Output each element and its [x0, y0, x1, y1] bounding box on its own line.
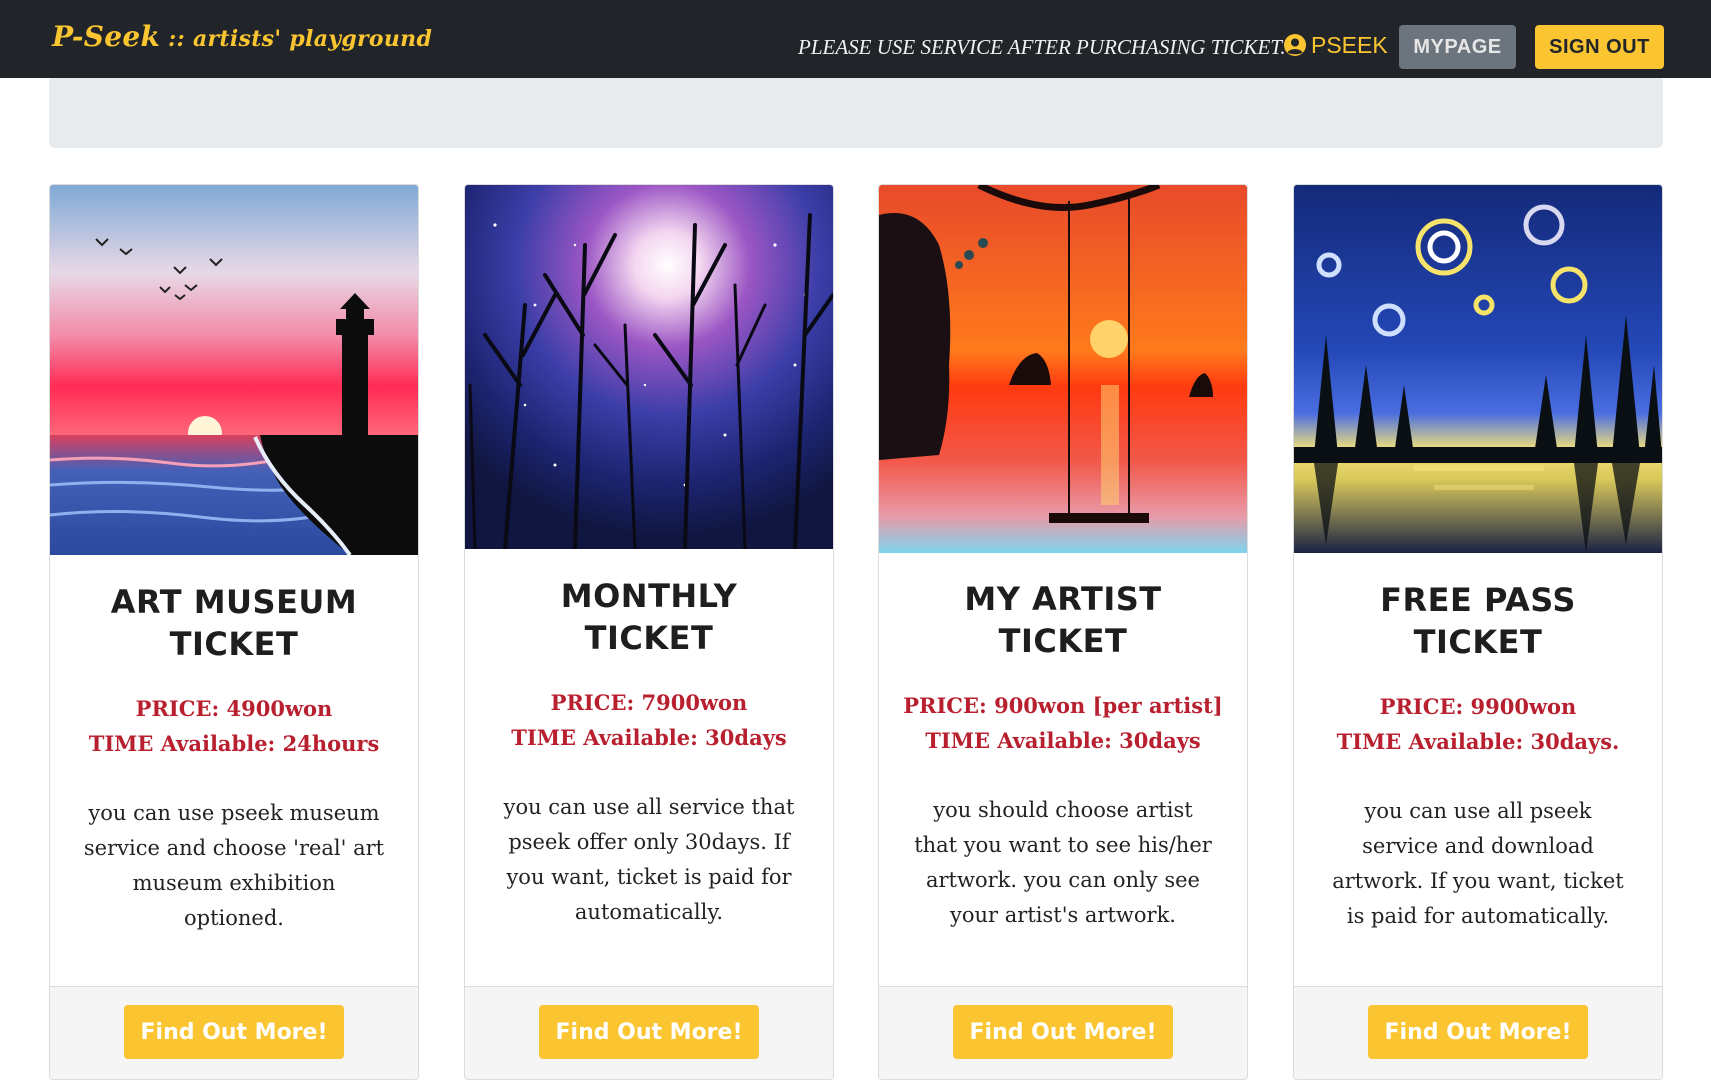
card-desc-line: is paid for automatically.	[1346, 904, 1610, 928]
user-link[interactable]: PSEEK	[1283, 30, 1388, 60]
card-pricing: PRICE: 9900won TIME Available: 30days.	[1294, 689, 1662, 759]
card-desc-line: you want, ticket is paid for	[506, 865, 792, 889]
swing-sunset-painting	[879, 185, 1247, 553]
card-title-line2: TICKET	[1413, 623, 1543, 661]
card-desc-line: museum exhibition	[132, 871, 336, 895]
lighthouse-sunset-painting	[50, 185, 418, 555]
card-title-line1: FREE PASS	[1380, 581, 1576, 619]
card-pricing: PRICE: 900won [per artist] TIME Availabl…	[879, 688, 1247, 758]
card-desc-line: artwork. If you want, ticket	[1332, 869, 1624, 893]
card-time: TIME Available: 24hours	[88, 731, 380, 756]
card-price: PRICE: 900won [per artist]	[903, 693, 1223, 718]
find-out-more-button[interactable]: Find Out More!	[124, 1005, 344, 1059]
card-desc-line: automatically.	[574, 900, 724, 924]
card-description: you can use all service that pseek offer…	[485, 790, 813, 930]
card-time: TIME Available: 30days.	[1336, 729, 1620, 754]
card-title: MONTHLY TICKET	[465, 575, 833, 659]
card-price: PRICE: 9900won	[1379, 694, 1577, 719]
card-title: FREE PASS TICKET	[1294, 579, 1662, 663]
card-footer: Find Out More!	[50, 986, 418, 1079]
ticket-card-my-artist: MY ARTIST TICKET PRICE: 900won [per arti…	[878, 184, 1248, 1080]
card-title-line1: MY ARTIST	[964, 580, 1162, 618]
card-desc-line: you can use all service that	[503, 795, 795, 819]
card-title-line2: TICKET	[998, 622, 1128, 660]
card-footer: Find Out More!	[1294, 986, 1662, 1079]
card-desc-line: your artist's artwork.	[950, 903, 1176, 927]
ticket-card-art-museum: ART MUSEUM TICKET PRICE: 4900won TIME Av…	[49, 184, 419, 1080]
find-out-more-button[interactable]: Find Out More!	[1368, 1005, 1588, 1059]
card-footer: Find Out More!	[879, 986, 1247, 1079]
card-title-line2: TICKET	[169, 625, 299, 663]
card-title: MY ARTIST TICKET	[879, 578, 1247, 662]
card-footer: Find Out More!	[465, 986, 833, 1079]
card-description: you can use pseek museum service and cho…	[70, 796, 398, 936]
purchase-notice: PLEASE USE SERVICE AFTER PURCHASING TICK…	[798, 35, 1286, 59]
card-desc-line: service and download	[1362, 834, 1594, 858]
username-label: PSEEK	[1311, 31, 1388, 58]
mypage-button[interactable]: MYPAGE	[1399, 25, 1516, 69]
card-desc-line: artwork. you can only see	[926, 868, 1200, 892]
find-out-more-button[interactable]: Find Out More!	[953, 1005, 1173, 1059]
card-desc-line: optioned.	[184, 906, 284, 930]
brand-logo[interactable]: P-Seek :: artists' playground	[52, 20, 432, 53]
brand-main: P-Seek	[52, 20, 161, 53]
card-title-line2: TICKET	[584, 619, 714, 657]
ticket-card-monthly: MONTHLY TICKET PRICE: 7900won TIME Avail…	[464, 184, 834, 1080]
card-pricing: PRICE: 7900won TIME Available: 30days	[465, 685, 833, 755]
card-price: PRICE: 7900won	[550, 690, 748, 715]
card-time: TIME Available: 30days	[511, 725, 787, 750]
hero-banner	[49, 78, 1663, 148]
card-pricing: PRICE: 4900won TIME Available: 24hours	[50, 691, 418, 761]
moonlit-forest-painting	[465, 185, 833, 549]
find-out-more-button[interactable]: Find Out More!	[539, 1005, 759, 1059]
card-description: you should choose artist that you want t…	[899, 793, 1227, 933]
card-price: PRICE: 4900won	[135, 696, 333, 721]
card-title-line1: ART MUSEUM	[110, 583, 358, 621]
card-title-line1: MONTHLY	[560, 577, 738, 615]
signout-button[interactable]: SIGN OUT	[1535, 25, 1664, 69]
card-desc-line: you can use all pseek	[1364, 799, 1592, 823]
card-description: you can use all pseek service and downlo…	[1314, 794, 1642, 934]
top-navbar: P-Seek :: artists' playground PLEASE USE…	[0, 0, 1711, 78]
card-desc-line: pseek offer only 30days. If	[508, 830, 790, 854]
card-desc-line: that you want to see his/her	[914, 833, 1212, 857]
card-desc-line: service and choose 'real' art	[83, 836, 385, 860]
card-title: ART MUSEUM TICKET	[50, 581, 418, 665]
card-desc-line: you should choose artist	[933, 798, 1193, 822]
ticket-card-free-pass: FREE PASS TICKET PRICE: 9900won TIME Ava…	[1293, 184, 1663, 1080]
card-time: TIME Available: 30days	[925, 728, 1201, 753]
card-desc-line: you can use pseek museum	[88, 801, 380, 825]
user-circle-icon	[1284, 34, 1306, 56]
starry-night-lake-painting	[1294, 185, 1662, 553]
brand-subtitle: :: artists' playground	[160, 26, 433, 52]
